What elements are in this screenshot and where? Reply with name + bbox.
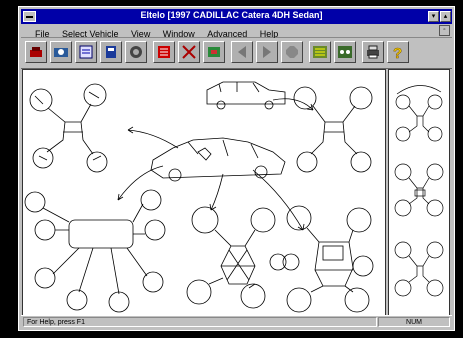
svg-text:?: ? — [393, 45, 402, 60]
ground-location-group-4 — [186, 206, 287, 309]
status-num-lock: NUM — [378, 317, 450, 327]
forward-button[interactable] — [256, 41, 278, 63]
ground-location-group-2 — [293, 86, 373, 173]
back-icon — [238, 46, 246, 58]
component-icon — [208, 47, 220, 57]
main-car-outline — [150, 137, 286, 182]
minimize-button[interactable]: ▾ — [428, 11, 439, 22]
vehicle-select-button[interactable] — [25, 41, 47, 63]
document-restore-button[interactable]: ▫ — [439, 25, 450, 36]
thumbnail-1 — [395, 85, 443, 142]
help-icon: ? — [393, 45, 403, 60]
document-icon — [158, 46, 170, 58]
thumbnail-panel[interactable] — [388, 69, 450, 317]
wheel-button[interactable] — [125, 41, 147, 63]
help-button[interactable]: ? — [387, 41, 409, 63]
car-button[interactable] — [334, 41, 356, 63]
book-icon — [106, 46, 116, 58]
callout-arrows — [117, 98, 314, 231]
vehicle-select-icon — [30, 47, 42, 57]
system-menu-button[interactable] — [23, 11, 36, 22]
tools-button[interactable] — [178, 41, 200, 63]
status-help-text: For Help, press F1 — [23, 317, 377, 327]
notes-button[interactable] — [75, 41, 97, 63]
ground-location-group-5 — [282, 205, 374, 313]
printer-button[interactable] — [362, 41, 384, 63]
document-button[interactable] — [153, 41, 175, 63]
thumbnail-diagrams — [394, 85, 444, 297]
forward-icon — [263, 46, 271, 58]
notes-icon — [79, 45, 93, 59]
search-button[interactable] — [50, 41, 72, 63]
ground-location-group-3 — [24, 189, 166, 313]
diagram-view[interactable] — [22, 69, 386, 317]
printer-icon — [367, 45, 379, 59]
diagram-icon — [313, 46, 327, 58]
toolbar: ? — [21, 38, 452, 69]
component-button[interactable] — [203, 41, 225, 63]
wiring-harness-diagram — [24, 81, 374, 313]
diagram-button[interactable] — [309, 41, 331, 63]
ground-location-group-1 — [29, 83, 108, 173]
car-icon — [338, 46, 352, 58]
window-title: Eltelo [1997 CADILLAC Catera 4DH Sedan] — [140, 10, 323, 20]
tools-icon — [182, 45, 196, 59]
search-icon — [54, 48, 68, 57]
car-outline-top — [206, 81, 286, 110]
book-button[interactable] — [100, 41, 122, 63]
wheel-icon — [130, 46, 142, 58]
stop-button[interactable] — [281, 41, 303, 63]
stop-icon — [286, 46, 298, 58]
maximize-button[interactable]: ▴ — [440, 11, 451, 22]
thumbnail-2 — [394, 163, 444, 217]
menu-bar: File Select Vehicle View Window Advanced… — [21, 24, 452, 39]
back-button[interactable] — [231, 41, 253, 63]
application-window: Eltelo [1997 CADILLAC Catera 4DH Sedan] … — [18, 6, 455, 331]
thumbnail-3 — [394, 241, 444, 297]
status-bar: For Help, press F1 NUM — [21, 315, 452, 328]
title-bar: Eltelo [1997 CADILLAC Catera 4DH Sedan] … — [21, 9, 452, 24]
